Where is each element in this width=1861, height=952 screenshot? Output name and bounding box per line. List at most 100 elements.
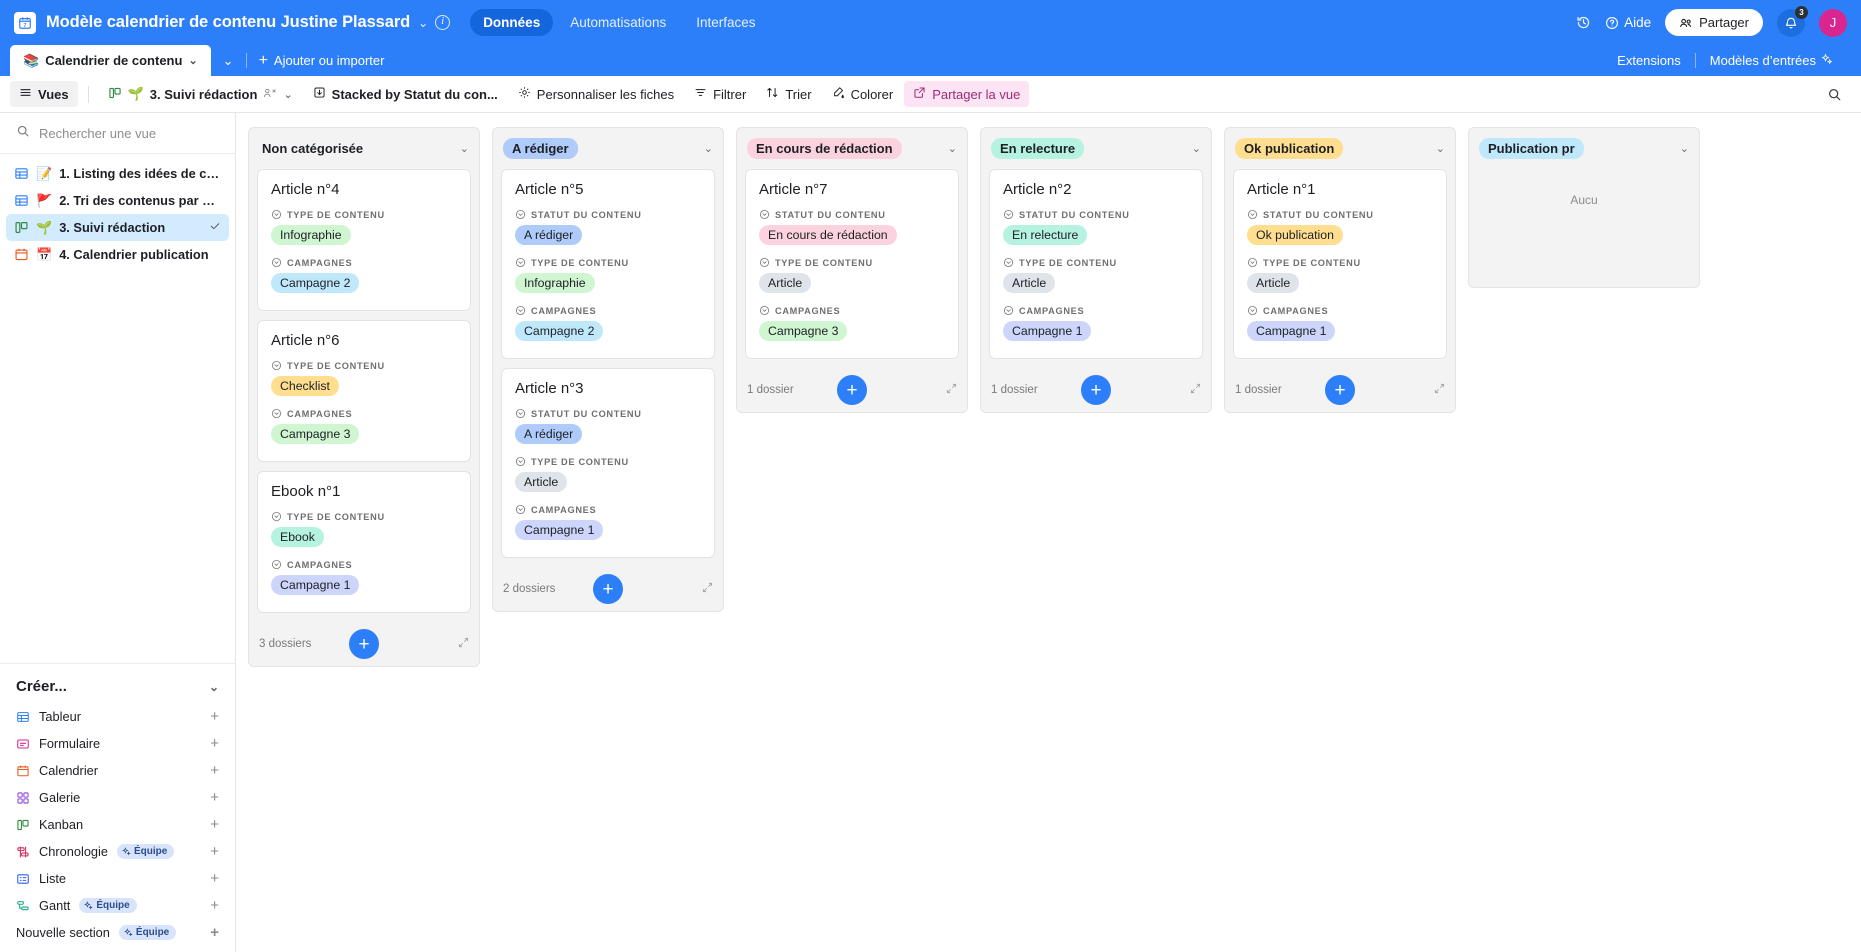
collaborators-icon[interactable]	[263, 87, 277, 102]
kanban-icon	[108, 86, 122, 103]
current-view-button[interactable]: 🌱 3. Suivi rédaction ⌄	[99, 81, 302, 108]
kanban-card[interactable]: Article n°3 Statut du contenu A rédiger Typ…	[501, 368, 715, 558]
toolbar-search-button[interactable]	[1818, 82, 1851, 107]
plus-icon[interactable]: +	[210, 816, 219, 833]
share-view-button[interactable]: Partager la vue	[904, 81, 1030, 107]
search-input[interactable]	[39, 126, 221, 141]
sidebar-item-emoji: 📅	[36, 247, 53, 262]
expand-icon[interactable]	[702, 582, 713, 596]
card-field-label: Statut du contenu	[775, 209, 886, 220]
expand-icon[interactable]	[1434, 383, 1445, 397]
card-field: Statut du contenu A rédiger	[515, 408, 701, 444]
sidebar-item-calendrier-publication[interactable]: 📅 4. Calendrier publication	[6, 241, 229, 268]
notifications-button[interactable]: 3	[1777, 5, 1808, 37]
chevron-down-icon[interactable]: ⌄	[209, 680, 219, 694]
plus-icon[interactable]: +	[210, 762, 219, 779]
create-item-calendrier[interactable]: Calendrier +	[6, 757, 229, 784]
kanban-card[interactable]: Article n°1 Statut du contenu Ok publicati…	[1233, 169, 1447, 359]
color-button[interactable]: Colorer	[823, 81, 903, 107]
kanban-card[interactable]: Article n°2 Statut du contenu En relecture…	[989, 169, 1203, 359]
team-badge-label: Équipe	[135, 927, 170, 938]
stack-collapse-icon[interactable]: ⌄	[948, 142, 957, 155]
table-tab-caret[interactable]: ⌄	[188, 54, 197, 67]
kanban-stack-non-categorisee: Non catégorisée ⌄ Article n°4 Type de conte…	[248, 127, 480, 667]
history-icon[interactable]	[1576, 15, 1591, 30]
create-item-label: Liste	[39, 871, 67, 886]
sidebar-item-listing-idees[interactable]: 📝 1. Listing des idées de contenus	[6, 160, 229, 187]
top-bar: 7 Modèle calendrier de contenu Justine P…	[0, 0, 1861, 45]
card-field: Type de contenu Infographie	[515, 257, 701, 293]
plus-icon[interactable]: +	[210, 789, 219, 806]
create-item-gantt[interactable]: Gantt Équipe +	[6, 892, 229, 919]
create-item-new-section[interactable]: Nouvelle section Équipe +	[6, 919, 229, 946]
add-or-import-button[interactable]: + Ajouter ou importer	[247, 45, 397, 76]
create-item-tableur[interactable]: Tableur +	[6, 703, 229, 730]
card-field-value: En relecture	[1003, 225, 1088, 245]
stacked-by-button[interactable]: Stacked by Statut du con...	[304, 81, 507, 107]
kanban-card[interactable]: Article n°4 Type de contenu Infographie Cam…	[257, 169, 471, 311]
customize-cards-label: Personnaliser les fiches	[536, 86, 675, 102]
kanban-stack-publication-pr: Publication pr ⌄ Aucu	[1468, 127, 1700, 288]
create-item-galerie[interactable]: Galerie +	[6, 784, 229, 811]
add-record-button[interactable]: +	[837, 375, 867, 405]
share-button[interactable]: Partager	[1665, 9, 1763, 36]
stack-collapse-icon[interactable]: ⌄	[1192, 142, 1201, 155]
create-item-formulaire[interactable]: Formulaire +	[6, 730, 229, 757]
create-item-liste[interactable]: Liste +	[6, 865, 229, 892]
stack-title: Publication pr	[1479, 138, 1584, 159]
sort-button[interactable]: Trier	[757, 81, 820, 107]
plus-icon[interactable]: +	[210, 924, 219, 941]
card-field-value: A rédiger	[515, 424, 583, 444]
top-nav-interfaces[interactable]: Interfaces	[683, 9, 768, 36]
add-record-button[interactable]: +	[1325, 375, 1355, 405]
plus-icon[interactable]: +	[210, 843, 219, 860]
kanban-card[interactable]: Article n°7 Statut du contenu En cours de …	[745, 169, 959, 359]
plus-icon[interactable]: +	[210, 735, 219, 752]
kanban-card[interactable]: Article n°6 Type de contenu Checklist Campa…	[257, 320, 471, 462]
card-field-label: Campagnes	[1263, 305, 1329, 316]
create-section-header[interactable]: Créer... ⌄	[6, 672, 229, 703]
card-field-label: Campagnes	[287, 559, 353, 570]
kanban-card[interactable]: Ebook n°1 Type de contenu Ebook Campagnes Ca…	[257, 471, 471, 613]
top-nav-donnees[interactable]: Données	[470, 9, 554, 36]
stack-collapse-icon[interactable]: ⌄	[1436, 142, 1445, 155]
extensions-button[interactable]: Extensions	[1603, 53, 1695, 68]
sidebar-item-emoji: 🌱	[36, 220, 53, 235]
stack-collapse-icon[interactable]: ⌄	[460, 142, 469, 155]
add-record-button[interactable]: +	[593, 574, 623, 604]
add-record-button[interactable]: +	[349, 629, 379, 659]
plus-icon[interactable]: +	[210, 870, 219, 887]
sidebar-item-tri-contenus[interactable]: 🚩 2. Tri des contenus par campa...	[6, 187, 229, 214]
expand-icon[interactable]	[1190, 383, 1201, 397]
card-field-value: En cours de rédaction	[759, 225, 897, 245]
add-record-button[interactable]: +	[1081, 375, 1111, 405]
card-field: Campagnes Campagne 1	[1247, 305, 1433, 341]
customize-cards-button[interactable]: Personnaliser les fiches	[509, 81, 683, 107]
help-button[interactable]: Aide	[1605, 15, 1651, 30]
record-templates-button[interactable]: Modèles d’entrées	[1696, 53, 1847, 68]
plus-icon[interactable]: +	[210, 897, 219, 914]
current-view-caret[interactable]: ⌄	[283, 88, 292, 101]
tab-list-dropdown[interactable]: ⌄	[211, 45, 246, 76]
top-nav-automatisations[interactable]: Automatisations	[557, 9, 679, 36]
create-item-kanban[interactable]: Kanban +	[6, 811, 229, 838]
table-tab-calendrier-de-contenu[interactable]: 📚 Calendrier de contenu ⌄	[10, 45, 211, 76]
select-chevron-icon	[759, 305, 770, 316]
base-title-caret[interactable]: ⌄	[418, 16, 428, 30]
expand-icon[interactable]	[458, 637, 469, 651]
top-bar-right: Aide Partager 3 J	[1576, 5, 1847, 37]
plus-icon[interactable]: +	[210, 708, 219, 725]
stack-collapse-icon[interactable]: ⌄	[704, 142, 713, 155]
create-item-chronologie[interactable]: Chronologie Équipe +	[6, 838, 229, 865]
avatar[interactable]: J	[1819, 8, 1847, 37]
views-label: Vues	[38, 86, 69, 102]
stack-collapse-icon[interactable]: ⌄	[1680, 142, 1689, 155]
views-button[interactable]: Vues	[10, 81, 78, 107]
filter-button[interactable]: Filtrer	[685, 81, 755, 107]
card-field-header: Campagnes	[515, 305, 701, 316]
kanban-card[interactable]: Article n°5 Statut du contenu A rédiger Typ…	[501, 169, 715, 359]
sidebar-item-suivi-redaction[interactable]: 🌱 3. Suivi rédaction	[6, 214, 229, 241]
create-item-label: Gantt	[39, 898, 71, 913]
info-icon[interactable]: i	[435, 15, 451, 30]
expand-icon[interactable]	[946, 383, 957, 397]
